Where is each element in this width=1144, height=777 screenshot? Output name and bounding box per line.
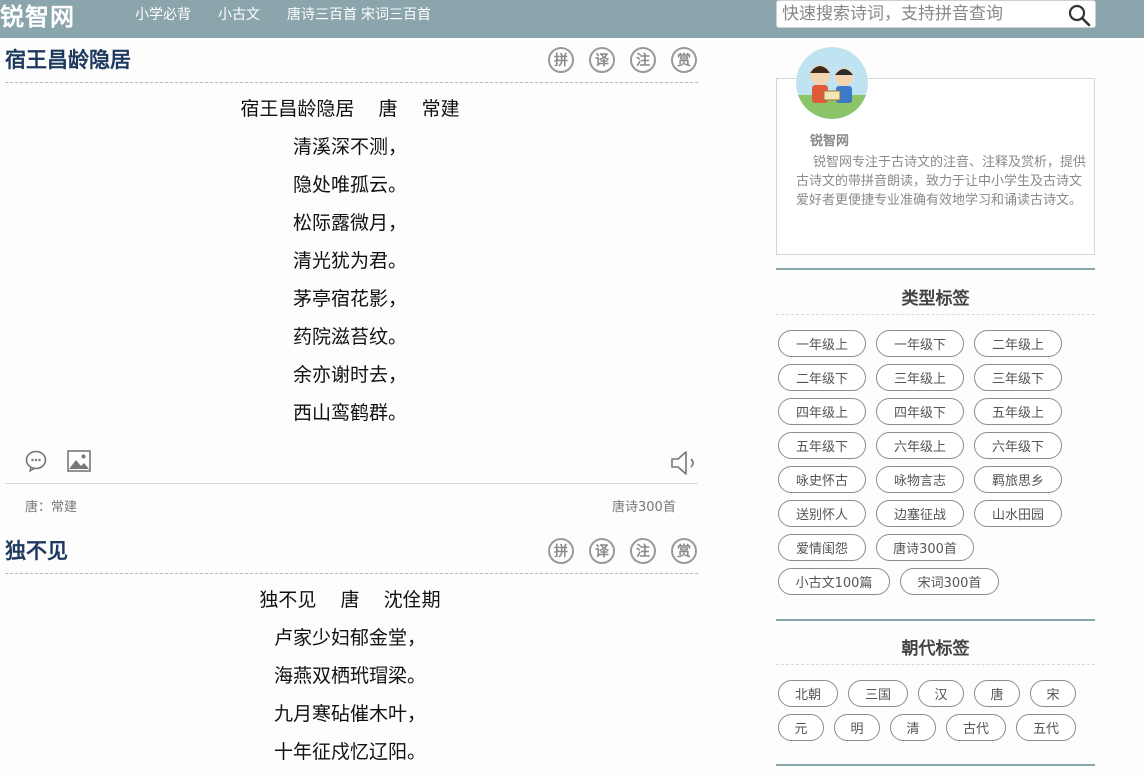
tag-gudai[interactable]: 古代 bbox=[946, 714, 1006, 741]
tag-beichao[interactable]: 北朝 bbox=[778, 680, 838, 707]
poem-line: 卢家少妇郁金堂， bbox=[273, 627, 426, 649]
translation-button[interactable]: 译 bbox=[589, 538, 615, 564]
poem-line: 茅亭宿花影， bbox=[292, 288, 407, 310]
tag-love[interactable]: 爱情闺怨 bbox=[778, 534, 866, 561]
tag-grade3-up[interactable]: 三年级上 bbox=[876, 364, 964, 391]
tag-song[interactable]: 宋 bbox=[1030, 680, 1076, 707]
tag-grade1-down[interactable]: 一年级下 bbox=[876, 330, 964, 357]
poem-heading: 独不见 唐 沈佺期 bbox=[259, 589, 441, 611]
tag-landscape[interactable]: 山水田园 bbox=[974, 500, 1062, 527]
image-icon[interactable] bbox=[67, 450, 91, 476]
poem-line: 松际露微月， bbox=[292, 212, 407, 234]
footer-divider bbox=[5, 483, 698, 484]
tag-han[interactable]: 汉 bbox=[918, 680, 964, 707]
nav-tangshi[interactable]: 唐诗三百首 bbox=[287, 0, 357, 30]
tag-grade5-up[interactable]: 五年级上 bbox=[974, 398, 1062, 425]
divider bbox=[5, 573, 698, 574]
section-divider bbox=[776, 619, 1095, 621]
tag-grade4-down[interactable]: 四年级下 bbox=[876, 398, 964, 425]
tag-frontier[interactable]: 边塞征战 bbox=[876, 500, 964, 527]
poem-title[interactable]: 独不见 bbox=[5, 536, 68, 566]
tag-song300[interactable]: 宋词300首 bbox=[900, 568, 999, 595]
tag-sanguo[interactable]: 三国 bbox=[848, 680, 908, 707]
poem-tools: 拼 译 注 赏 bbox=[548, 47, 712, 73]
search-icon[interactable] bbox=[1067, 3, 1091, 27]
tag-history[interactable]: 咏史怀古 bbox=[778, 466, 866, 493]
site-avatar bbox=[796, 47, 868, 119]
poem-line: 海燕双栖玳瑁梁。 bbox=[273, 665, 426, 687]
poem-collection-tag[interactable]: 唐诗300首 bbox=[612, 496, 676, 515]
section-divider bbox=[776, 268, 1095, 270]
poem-line: 清溪深不测， bbox=[292, 136, 407, 158]
nav-xiaoxue[interactable]: 小学必背 bbox=[135, 0, 191, 30]
type-tags-title: 类型标签 bbox=[901, 289, 970, 309]
tag-qing[interactable]: 清 bbox=[890, 714, 936, 741]
section-dash bbox=[776, 664, 1095, 665]
site-logo[interactable]: 锐智网 bbox=[0, 2, 75, 32]
top-bar: 锐智网 小学必背 小古文 唐诗三百首 宋词三百首 bbox=[0, 0, 1144, 38]
tag-grade2-down[interactable]: 二年级下 bbox=[778, 364, 866, 391]
poem-title[interactable]: 宿王昌龄隐居 bbox=[5, 45, 131, 75]
nav-xiaoguwen[interactable]: 小古文 bbox=[218, 0, 260, 30]
tag-guwen100[interactable]: 小古文100篇 bbox=[778, 568, 890, 595]
pinyin-button[interactable]: 拼 bbox=[548, 538, 574, 564]
comment-icon[interactable] bbox=[25, 450, 47, 476]
speaker-icon[interactable] bbox=[670, 450, 698, 480]
site-name: 锐智网 bbox=[810, 134, 850, 149]
poem-line: 药院滋苔纹。 bbox=[292, 326, 407, 348]
poem-line: 清光犹为君。 bbox=[292, 250, 407, 272]
appreciation-button[interactable]: 赏 bbox=[671, 47, 697, 73]
tag-yuan[interactable]: 元 bbox=[778, 714, 824, 741]
tag-grade6-up[interactable]: 六年级上 bbox=[876, 432, 964, 459]
translation-button[interactable]: 译 bbox=[589, 47, 615, 73]
tag-homesick[interactable]: 羁旅思乡 bbox=[974, 466, 1062, 493]
poem-line: 隐处唯孤云。 bbox=[292, 174, 407, 196]
poem-card: 宿王昌龄隐居 拼 译 注 赏 宿王昌龄隐居 唐 常建 清溪深不测， 隐处唯孤云。… bbox=[0, 45, 700, 525]
poem-line: 西山鸾鹤群。 bbox=[292, 402, 407, 424]
search-input[interactable] bbox=[777, 1, 1061, 27]
tag-grade6-down[interactable]: 六年级下 bbox=[974, 432, 1062, 459]
tag-tang[interactable]: 唐 bbox=[974, 680, 1020, 707]
tag-grade5-down[interactable]: 五年级下 bbox=[778, 432, 866, 459]
tag-ming[interactable]: 明 bbox=[834, 714, 880, 741]
tag-grade4-up[interactable]: 四年级上 bbox=[778, 398, 866, 425]
main-nav: 小学必背 小古文 唐诗三百首 宋词三百首 bbox=[135, 0, 458, 30]
tag-farewell[interactable]: 送别怀人 bbox=[778, 500, 866, 527]
poem-author: 唐：常建 bbox=[25, 500, 78, 515]
tag-grade2-up[interactable]: 二年级上 bbox=[974, 330, 1062, 357]
site-description: 锐智网专注于古诗文的注音、注释及赏析，提供古诗文的带拼音朗读，致力于让中小学生及… bbox=[796, 155, 1087, 208]
poem-tools: 拼 译 注 赏 bbox=[548, 538, 712, 564]
dynasty-tags-title: 朝代标签 bbox=[901, 639, 970, 659]
tag-objects[interactable]: 咏物言志 bbox=[876, 466, 964, 493]
tag-grade1-up[interactable]: 一年级上 bbox=[778, 330, 866, 357]
poem-line: 九月寒砧催木叶， bbox=[273, 703, 426, 725]
section-divider bbox=[776, 764, 1095, 766]
tag-grade3-down[interactable]: 三年级下 bbox=[974, 364, 1062, 391]
nav-songci[interactable]: 宋词三百首 bbox=[361, 0, 431, 30]
poem-card: 独不见 拼 译 注 赏 独不见 唐 沈佺期 卢家少妇郁金堂， 海燕双栖玳瑁梁。 … bbox=[0, 536, 700, 777]
section-dash bbox=[776, 314, 1095, 315]
annotation-button[interactable]: 注 bbox=[630, 538, 656, 564]
annotation-button[interactable]: 注 bbox=[630, 47, 656, 73]
poem-actions bbox=[25, 450, 111, 476]
divider bbox=[5, 82, 698, 83]
tag-tang300[interactable]: 唐诗300首 bbox=[876, 534, 974, 561]
search-box bbox=[776, 0, 1096, 28]
site-profile-card: 锐智网 锐智网专注于古诗文的注音、注释及赏析，提供古诗文的带拼音朗读，致力于让中… bbox=[776, 47, 1095, 255]
poem-heading: 宿王昌龄隐居 唐 常建 bbox=[240, 98, 460, 120]
pinyin-button[interactable]: 拼 bbox=[548, 47, 574, 73]
tag-wudai[interactable]: 五代 bbox=[1016, 714, 1076, 741]
appreciation-button[interactable]: 赏 bbox=[671, 538, 697, 564]
poem-line: 余亦谢时去， bbox=[292, 364, 407, 386]
poem-line: 十年征戍忆辽阳。 bbox=[273, 741, 426, 763]
